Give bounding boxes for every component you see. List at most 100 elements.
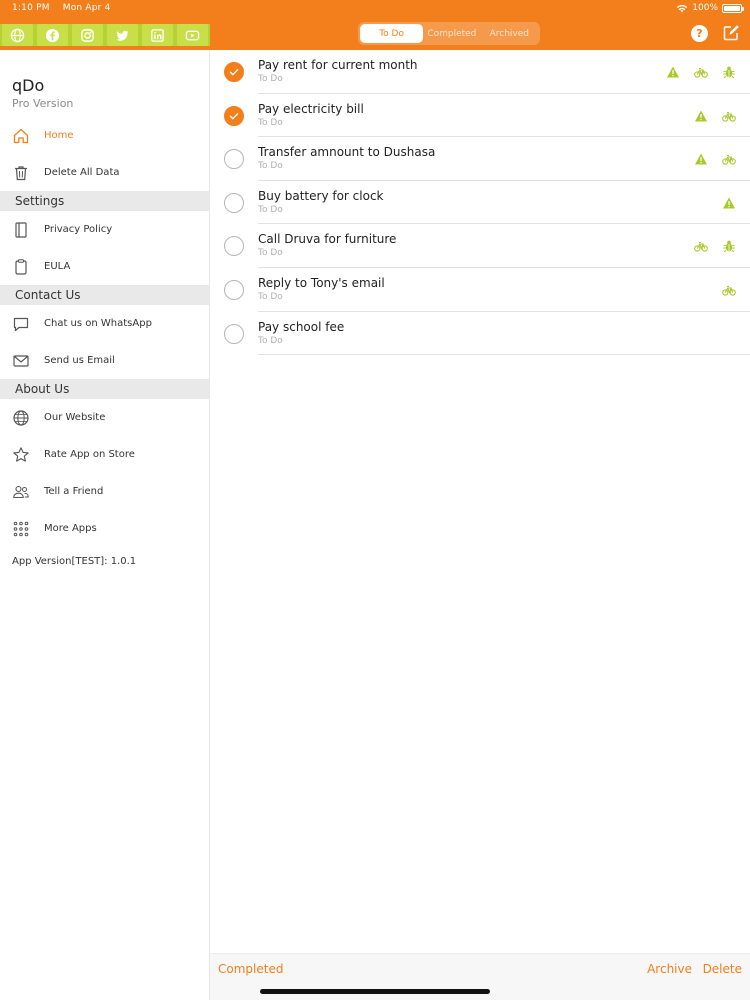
- bicycle-icon: [722, 152, 736, 166]
- social-linkedin-button[interactable]: [142, 24, 173, 46]
- tab-completed[interactable]: Completed: [423, 24, 480, 43]
- compose-icon: [723, 25, 739, 41]
- delete-button[interactable]: Delete: [703, 962, 742, 976]
- instagram-icon: [81, 28, 94, 42]
- wifi-icon: [677, 4, 688, 12]
- sidebar-item-label: More Apps: [44, 523, 97, 534]
- completed-button[interactable]: Completed: [218, 962, 283, 976]
- task-title: Reply to Tony's email: [258, 275, 385, 290]
- checkmark-icon: [229, 112, 239, 119]
- sidebar-item-delete-all[interactable]: Delete All Data: [0, 154, 210, 191]
- sidebar-item-rate-app[interactable]: Rate App on Store: [0, 436, 210, 473]
- home-indicator: [260, 989, 490, 994]
- task-checkbox[interactable]: [224, 62, 244, 82]
- app-version: App Version[TEST]: 1.0.1: [12, 556, 137, 567]
- warning-icon: [694, 109, 708, 123]
- sidebar-item-label: Privacy Policy: [44, 224, 113, 235]
- home-icon: [12, 127, 30, 145]
- social-bar: [0, 24, 210, 46]
- task-checkbox[interactable]: [224, 323, 244, 344]
- sidebar-item-label: Home: [44, 130, 74, 141]
- task-checkbox[interactable]: [224, 149, 244, 170]
- table-row[interactable]: Reply to Tony's email To Do: [210, 268, 750, 312]
- task-tags: [722, 283, 736, 297]
- task-tags: [722, 196, 736, 210]
- task-list: Pay rent for current month To Do Pay elect…: [210, 50, 750, 356]
- sidebar-item-email[interactable]: Send us Email: [0, 342, 210, 379]
- sidebar-item-privacy-policy[interactable]: Privacy Policy: [0, 211, 210, 248]
- facebook-icon: [45, 28, 60, 42]
- social-website-button[interactable]: [2, 24, 33, 46]
- sidebar-item-home[interactable]: Home: [0, 117, 210, 154]
- sidebar: 1:10 PM Mon Apr 4 qDo Pro Version Home D…: [0, 0, 210, 1000]
- task-title: Pay electricity bill: [258, 101, 364, 116]
- sidebar-item-label: Send us Email: [44, 355, 115, 366]
- section-header-contact: Contact Us: [0, 285, 210, 305]
- sidebar-item-label: Delete All Data: [44, 167, 120, 178]
- linkedin-icon: [151, 28, 164, 42]
- task-status: To Do: [258, 117, 283, 128]
- sidebar-item-label: Our Website: [44, 412, 106, 423]
- envelope-icon: [12, 352, 30, 370]
- table-row[interactable]: Buy battery for clock To Do: [210, 181, 750, 225]
- task-checkbox[interactable]: [224, 236, 244, 257]
- social-twitter-button[interactable]: [107, 24, 138, 46]
- sidebar-item-eula[interactable]: EULA: [0, 248, 210, 285]
- task-status: To Do: [258, 291, 283, 302]
- status-bar-right: 100%: [676, 3, 744, 13]
- app-name: qDo: [12, 76, 45, 95]
- status-bar-left: 1:10 PM Mon Apr 4: [12, 3, 121, 13]
- sidebar-menu: Home Delete All Data Settings Privacy Po…: [0, 117, 210, 547]
- bicycle-icon: [722, 283, 736, 297]
- task-title: Pay rent for current month: [258, 58, 418, 72]
- table-row[interactable]: Pay electricity bill To Do: [210, 94, 750, 138]
- top-bar: 100% To Do Completed Archived ?: [210, 0, 750, 50]
- battery-icon: [722, 3, 744, 13]
- table-row[interactable]: Call Druva for furniture To Do: [210, 224, 750, 268]
- task-title: Pay school fee: [258, 319, 345, 334]
- task-status: To Do: [258, 161, 283, 172]
- task-title: Buy battery for clock: [258, 188, 384, 203]
- book-icon: [12, 221, 30, 239]
- task-checkbox[interactable]: [224, 279, 244, 300]
- sidebar-item-label: EULA: [44, 261, 71, 272]
- help-icon: ?: [696, 27, 703, 40]
- app-subtitle: Pro Version: [12, 97, 74, 110]
- bug-icon: [722, 239, 736, 253]
- task-checkbox[interactable]: [224, 192, 244, 213]
- task-checkbox[interactable]: [224, 105, 244, 126]
- sidebar-item-website[interactable]: Our Website: [0, 399, 210, 436]
- task-status: To Do: [258, 248, 283, 259]
- compose-button[interactable]: [722, 24, 740, 42]
- warning-icon: [694, 152, 708, 166]
- sidebar-item-tell-friend[interactable]: Tell a Friend: [0, 473, 210, 510]
- table-row[interactable]: Transfer amnount to Dushasa To Do: [210, 137, 750, 181]
- sidebar-item-more-apps[interactable]: More Apps: [0, 510, 210, 547]
- bicycle-icon: [694, 65, 708, 79]
- social-instagram-button[interactable]: [72, 24, 103, 46]
- row-divider: [258, 354, 750, 356]
- table-row[interactable]: Pay school fee To Do: [210, 312, 750, 356]
- youtube-icon: [185, 30, 200, 40]
- battery-percent: 100%: [692, 3, 718, 13]
- task-status: To Do: [258, 204, 283, 215]
- bicycle-icon: [694, 239, 708, 253]
- chat-bubble-icon: [12, 315, 30, 333]
- trash-icon: [12, 164, 30, 182]
- task-title: Call Druva for furniture: [258, 232, 397, 247]
- section-header-about: About Us: [0, 379, 210, 399]
- table-row[interactable]: Pay rent for current month To Do: [210, 50, 750, 94]
- task-tags: [694, 239, 736, 253]
- help-button[interactable]: ?: [691, 25, 708, 42]
- archive-button[interactable]: Archive: [647, 962, 692, 976]
- tab-archived[interactable]: Archived: [481, 24, 538, 43]
- sidebar-item-whatsapp[interactable]: Chat us on WhatsApp: [0, 305, 210, 342]
- section-header-settings: Settings: [0, 191, 210, 211]
- grid-dots-icon: [12, 520, 30, 538]
- warning-icon: [666, 65, 680, 79]
- social-facebook-button[interactable]: [37, 24, 68, 46]
- bug-icon: [722, 65, 736, 79]
- sidebar-header: 1:10 PM Mon Apr 4: [0, 0, 210, 50]
- social-youtube-button[interactable]: [177, 24, 208, 46]
- tab-todo[interactable]: To Do: [360, 24, 424, 43]
